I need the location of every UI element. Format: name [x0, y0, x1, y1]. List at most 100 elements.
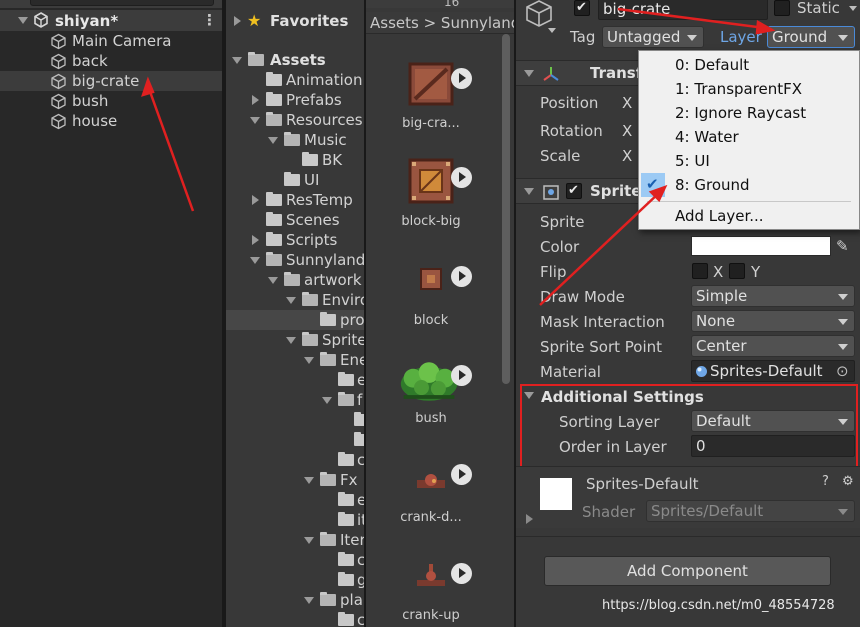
expand-icon[interactable]: [232, 57, 242, 64]
tree-enemies[interactable]: Ene: [226, 350, 364, 370]
expand-icon[interactable]: [322, 397, 332, 404]
icon-dropdown-arrow[interactable]: [548, 28, 556, 33]
hierarchy-item-big-crate[interactable]: big-crate: [0, 71, 222, 91]
play-preview-icon[interactable]: [451, 365, 472, 386]
expand-icon[interactable]: [252, 235, 259, 245]
expand-icon[interactable]: [252, 95, 259, 105]
object-picker-icon[interactable]: ⊙: [836, 361, 849, 381]
tree-environment[interactable]: Enviro: [226, 290, 364, 310]
tree-assets[interactable]: Assets: [226, 50, 364, 70]
additional-settings-collapse-icon[interactable]: [524, 392, 534, 399]
scene-row[interactable]: shiyan* ⋮: [0, 10, 222, 31]
tree-enemy-f[interactable]: f: [226, 390, 364, 410]
tree-items-g[interactable]: g: [226, 570, 364, 590]
layer-menu-item-water[interactable]: 4: Water: [639, 125, 859, 149]
draw-mode-dropdown[interactable]: Simple: [691, 285, 855, 307]
expand-icon[interactable]: [304, 537, 314, 544]
expand-icon[interactable]: [268, 137, 278, 144]
tree-sprites[interactable]: Sprite: [226, 330, 364, 350]
expand-icon[interactable]: [268, 277, 278, 284]
add-component-button[interactable]: Add Component: [544, 556, 831, 586]
layer-dropdown[interactable]: Ground: [767, 26, 855, 48]
tree-player-c[interactable]: c: [226, 610, 364, 627]
tag-dropdown[interactable]: Untagged: [602, 26, 704, 48]
tree-enemy-c[interactable]: c: [226, 450, 364, 470]
tree-player[interactable]: pla: [226, 590, 364, 610]
tree-resources[interactable]: Resources: [226, 110, 364, 130]
tree-sunnyland[interactable]: Sunnyland: [226, 250, 364, 270]
scene-expand-icon[interactable]: [18, 17, 28, 24]
play-preview-icon[interactable]: [451, 464, 472, 485]
tree-restemp[interactable]: ResTemp: [226, 190, 364, 210]
tree-favorites[interactable]: ★ Favorites: [226, 11, 364, 31]
expand-icon[interactable]: [252, 195, 259, 205]
material-field[interactable]: Sprites-Default ⊙: [691, 360, 855, 382]
static-checkbox[interactable]: [774, 0, 790, 16]
sprite-renderer-enabled-checkbox[interactable]: ✔: [566, 183, 582, 199]
layer-menu-item-ignore-raycast[interactable]: 2: Ignore Raycast: [639, 101, 859, 125]
tree-animation[interactable]: Animation: [226, 70, 364, 90]
tree-ui[interactable]: UI: [226, 170, 364, 190]
flip-y-checkbox[interactable]: [729, 263, 745, 279]
add-layer-menu-item[interactable]: Add Layer...: [639, 204, 859, 228]
tree-enemy-e[interactable]: e: [226, 370, 364, 390]
collapse-icon[interactable]: [524, 70, 534, 77]
additional-settings-title[interactable]: Additional Settings: [541, 387, 704, 407]
play-preview-icon[interactable]: [451, 563, 472, 584]
flip-x-checkbox[interactable]: [692, 263, 708, 279]
layer-menu-item-transparentfx[interactable]: 1: TransparentFX: [639, 77, 859, 101]
object-name-field[interactable]: big-crate: [598, 0, 768, 20]
layer-menu-item-ui[interactable]: 5: UI: [639, 149, 859, 173]
tree-items[interactable]: Iter: [226, 530, 364, 550]
breadcrumb[interactable]: Assets > Sunnyland: [370, 13, 514, 33]
expand-icon[interactable]: [250, 117, 260, 124]
expand-icon[interactable]: [286, 297, 296, 304]
scene-menu-icon[interactable]: ⋮: [202, 10, 217, 30]
tree-scripts[interactable]: Scripts: [226, 230, 364, 250]
sprite-sort-point-dropdown[interactable]: Center: [691, 335, 855, 357]
hierarchy-search-input[interactable]: [30, 0, 214, 6]
tree-fx[interactable]: Fx: [226, 470, 364, 490]
static-dropdown-arrow[interactable]: [849, 6, 857, 11]
tree-enemy-f-sub1[interactable]: [226, 410, 364, 430]
collapse-icon[interactable]: [524, 188, 534, 195]
expand-icon[interactable]: [304, 477, 314, 484]
layer-menu-item-ground[interactable]: ✔ 8: Ground: [639, 173, 859, 197]
expand-icon[interactable]: [304, 357, 314, 364]
tree-scenes[interactable]: Scenes: [226, 210, 364, 230]
tree-enemy-f-sub2[interactable]: [226, 430, 364, 450]
material-expand-icon[interactable]: [526, 514, 533, 524]
tree-fx-it[interactable]: it: [226, 510, 364, 530]
play-preview-icon[interactable]: [451, 167, 472, 188]
tree-prefabs[interactable]: Prefabs: [226, 90, 364, 110]
expand-icon[interactable]: [234, 16, 241, 26]
rotation-x-label[interactable]: X: [622, 121, 632, 141]
color-swatch[interactable]: [691, 236, 831, 256]
settings-gear-icon[interactable]: ⚙: [842, 472, 854, 492]
expand-icon[interactable]: [304, 597, 314, 604]
tree-artwork[interactable]: artwork: [226, 270, 364, 290]
hierarchy-item-house[interactable]: house: [0, 111, 222, 131]
position-x-label[interactable]: X: [622, 93, 632, 113]
play-preview-icon[interactable]: [451, 68, 472, 89]
eyedropper-icon[interactable]: ✎: [836, 236, 849, 256]
expand-icon[interactable]: [250, 257, 260, 264]
mask-interaction-dropdown[interactable]: None: [691, 310, 855, 332]
play-preview-icon[interactable]: [451, 266, 472, 287]
hierarchy-item-back[interactable]: back: [0, 51, 222, 71]
active-checkbox[interactable]: ✔: [574, 0, 590, 16]
tree-fx-e[interactable]: e: [226, 490, 364, 510]
scale-x-label[interactable]: X: [622, 146, 632, 166]
tree-bk[interactable]: BK: [226, 150, 364, 170]
hierarchy-item-main-camera[interactable]: Main Camera: [0, 31, 222, 51]
assets-scrollbar[interactable]: [502, 34, 510, 384]
layer-menu-item-default[interactable]: 0: Default: [639, 53, 859, 77]
tree-props[interactable]: pro: [226, 310, 364, 330]
help-icon[interactable]: ?: [822, 472, 829, 492]
tree-music[interactable]: Music: [226, 130, 364, 150]
shader-dropdown[interactable]: Sprites/Default: [646, 500, 855, 522]
sorting-layer-dropdown[interactable]: Default: [691, 410, 855, 432]
order-in-layer-field[interactable]: 0: [691, 435, 855, 457]
expand-icon[interactable]: [286, 337, 296, 344]
hierarchy-item-bush[interactable]: bush: [0, 91, 222, 111]
